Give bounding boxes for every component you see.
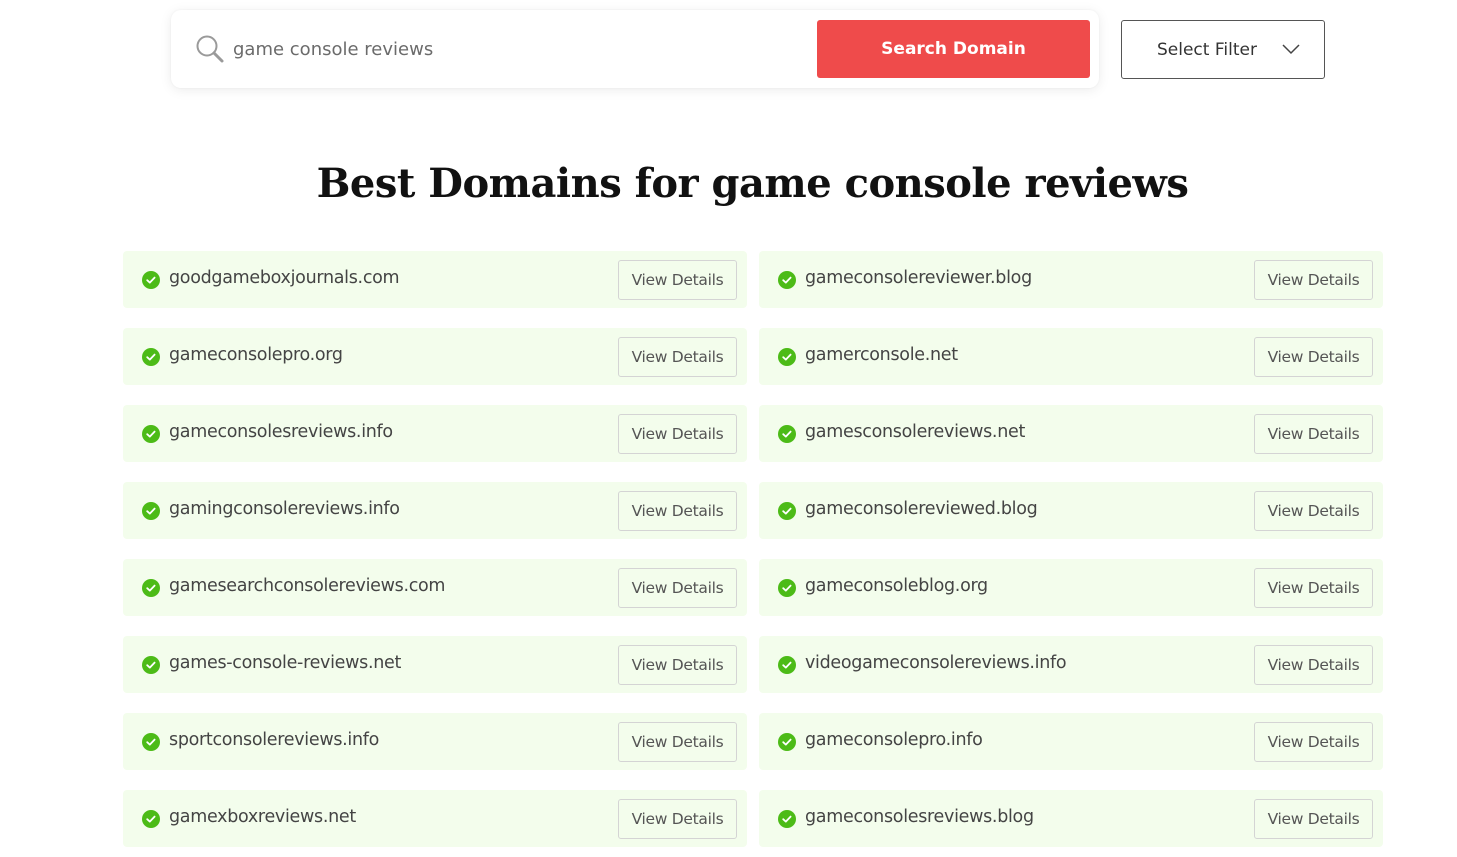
- select-filter-label: Select Filter: [1157, 39, 1257, 60]
- search-icon: [196, 35, 224, 63]
- domain-row: gameconsolereviewed.blog View Details: [759, 482, 1383, 539]
- check-circle-icon: [142, 733, 160, 751]
- check-circle-icon: [142, 579, 160, 597]
- domain-name[interactable]: gameconsolepro.org: [169, 345, 343, 365]
- domain-name[interactable]: gamesearchconsolereviews.com: [169, 576, 445, 596]
- domain-row: gameconsolepro.org View Details: [123, 328, 747, 385]
- domain-name[interactable]: sportconsolereviews.info: [169, 730, 379, 750]
- domain-name[interactable]: games-console-reviews.net: [169, 653, 401, 673]
- domain-row: gamesconsolereviews.net View Details: [759, 405, 1383, 462]
- view-details-button[interactable]: View Details: [618, 799, 737, 839]
- chevron-down-icon: [1282, 44, 1300, 55]
- view-details-button[interactable]: View Details: [618, 260, 737, 300]
- check-circle-icon: [778, 348, 796, 366]
- domain-row: gamingconsolereviews.info View Details: [123, 482, 747, 539]
- view-details-button[interactable]: View Details: [618, 414, 737, 454]
- view-details-button[interactable]: View Details: [618, 722, 737, 762]
- domain-row: gameconsolesreviews.info View Details: [123, 405, 747, 462]
- view-details-button[interactable]: View Details: [1254, 568, 1373, 608]
- check-circle-icon: [778, 425, 796, 443]
- check-circle-icon: [778, 502, 796, 520]
- domain-name[interactable]: gameconsolepro.info: [805, 730, 983, 750]
- domain-row: goodgameboxjournals.com View Details: [123, 251, 747, 308]
- domain-name[interactable]: gamingconsolereviews.info: [169, 499, 400, 519]
- check-circle-icon: [142, 348, 160, 366]
- view-details-button[interactable]: View Details: [1254, 491, 1373, 531]
- view-details-button[interactable]: View Details: [1254, 722, 1373, 762]
- domain-name[interactable]: gamesconsolereviews.net: [805, 422, 1025, 442]
- domain-row: gameconsolepro.info View Details: [759, 713, 1383, 770]
- view-details-button[interactable]: View Details: [1254, 799, 1373, 839]
- check-circle-icon: [778, 271, 796, 289]
- title-query: game console reviews: [711, 160, 1189, 207]
- check-circle-icon: [142, 656, 160, 674]
- domain-row: games-console-reviews.net View Details: [123, 636, 747, 693]
- view-details-button[interactable]: View Details: [618, 491, 737, 531]
- view-details-button[interactable]: View Details: [1254, 645, 1373, 685]
- domain-row: gameconsoleblog.org View Details: [759, 559, 1383, 616]
- view-details-button[interactable]: View Details: [618, 337, 737, 377]
- domain-name[interactable]: gamerconsole.net: [805, 345, 958, 365]
- domain-row: videogameconsolereviews.info View Details: [759, 636, 1383, 693]
- domain-results-list: goodgameboxjournals.com View Details gamec…: [123, 251, 1383, 847]
- page-title: Best Domains for game console reviews: [0, 160, 1457, 207]
- domain-row: gameconsolesreviews.blog View Details: [759, 790, 1383, 847]
- title-prefix: Best Domains for: [316, 160, 712, 207]
- check-circle-icon: [778, 579, 796, 597]
- check-circle-icon: [778, 810, 796, 828]
- domain-row: gamerconsole.net View Details: [759, 328, 1383, 385]
- search-bar: Search Domain: [171, 10, 1099, 88]
- domain-name[interactable]: gameconsolesreviews.blog: [805, 807, 1034, 827]
- view-details-button[interactable]: View Details: [1254, 414, 1373, 454]
- search-domain-button[interactable]: Search Domain: [817, 20, 1090, 78]
- select-filter-dropdown[interactable]: Select Filter: [1121, 20, 1325, 79]
- check-circle-icon: [778, 733, 796, 751]
- domain-name[interactable]: gamexboxreviews.net: [169, 807, 356, 827]
- domain-name[interactable]: gameconsolereviewed.blog: [805, 499, 1038, 519]
- domain-name[interactable]: goodgameboxjournals.com: [169, 268, 400, 288]
- view-details-button[interactable]: View Details: [618, 645, 737, 685]
- domain-row: gamesearchconsolereviews.com View Details: [123, 559, 747, 616]
- view-details-button[interactable]: View Details: [1254, 260, 1373, 300]
- check-circle-icon: [142, 502, 160, 520]
- search-input[interactable]: [233, 30, 803, 68]
- domain-row: gamexboxreviews.net View Details: [123, 790, 747, 847]
- domain-row: gameconsolereviewer.blog View Details: [759, 251, 1383, 308]
- view-details-button[interactable]: View Details: [1254, 337, 1373, 377]
- domain-name[interactable]: gameconsoleblog.org: [805, 576, 988, 596]
- check-circle-icon: [778, 656, 796, 674]
- check-circle-icon: [142, 425, 160, 443]
- domain-name[interactable]: gameconsolereviewer.blog: [805, 268, 1032, 288]
- domain-name[interactable]: gameconsolesreviews.info: [169, 422, 393, 442]
- view-details-button[interactable]: View Details: [618, 568, 737, 608]
- check-circle-icon: [142, 810, 160, 828]
- domain-row: sportconsolereviews.info View Details: [123, 713, 747, 770]
- check-circle-icon: [142, 271, 160, 289]
- domain-name[interactable]: videogameconsolereviews.info: [805, 653, 1067, 673]
